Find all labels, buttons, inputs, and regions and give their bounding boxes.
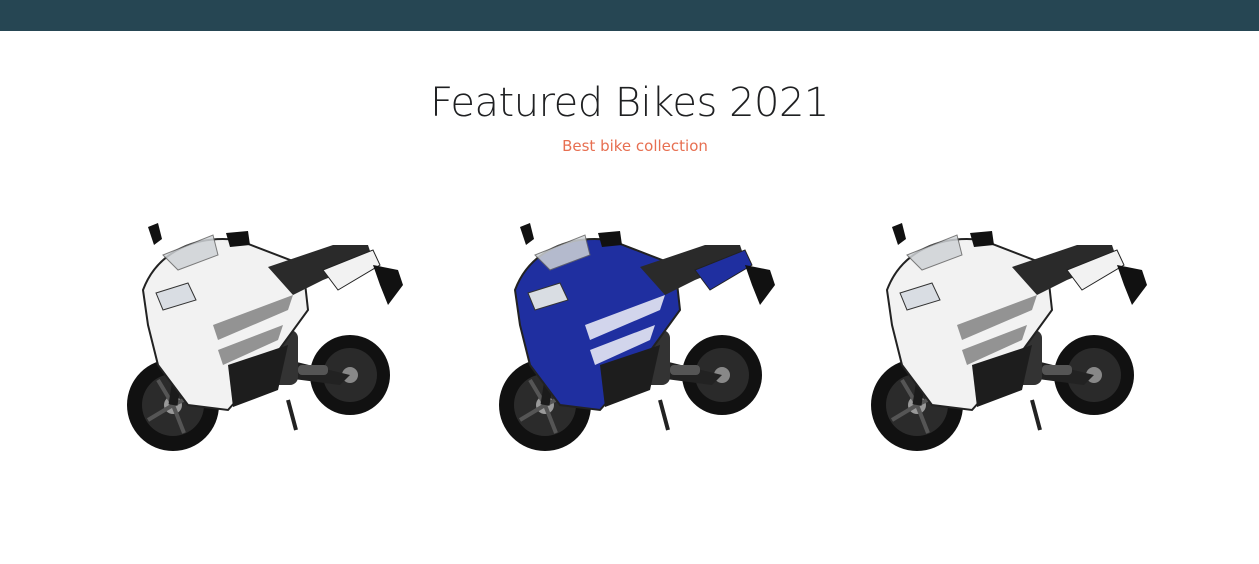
motorcycle-image — [871, 223, 1147, 451]
bike-card[interactable] — [490, 215, 780, 465]
bike-card[interactable] — [862, 215, 1152, 465]
motorcycle-image — [499, 223, 775, 451]
top-navbar — [0, 0, 1259, 31]
bike-card[interactable] — [118, 215, 408, 465]
section-title: Featured Bikes 2021 — [430, 80, 829, 126]
section-subtitle: Best bike collection — [562, 137, 708, 155]
motorcycle-image — [127, 223, 403, 451]
